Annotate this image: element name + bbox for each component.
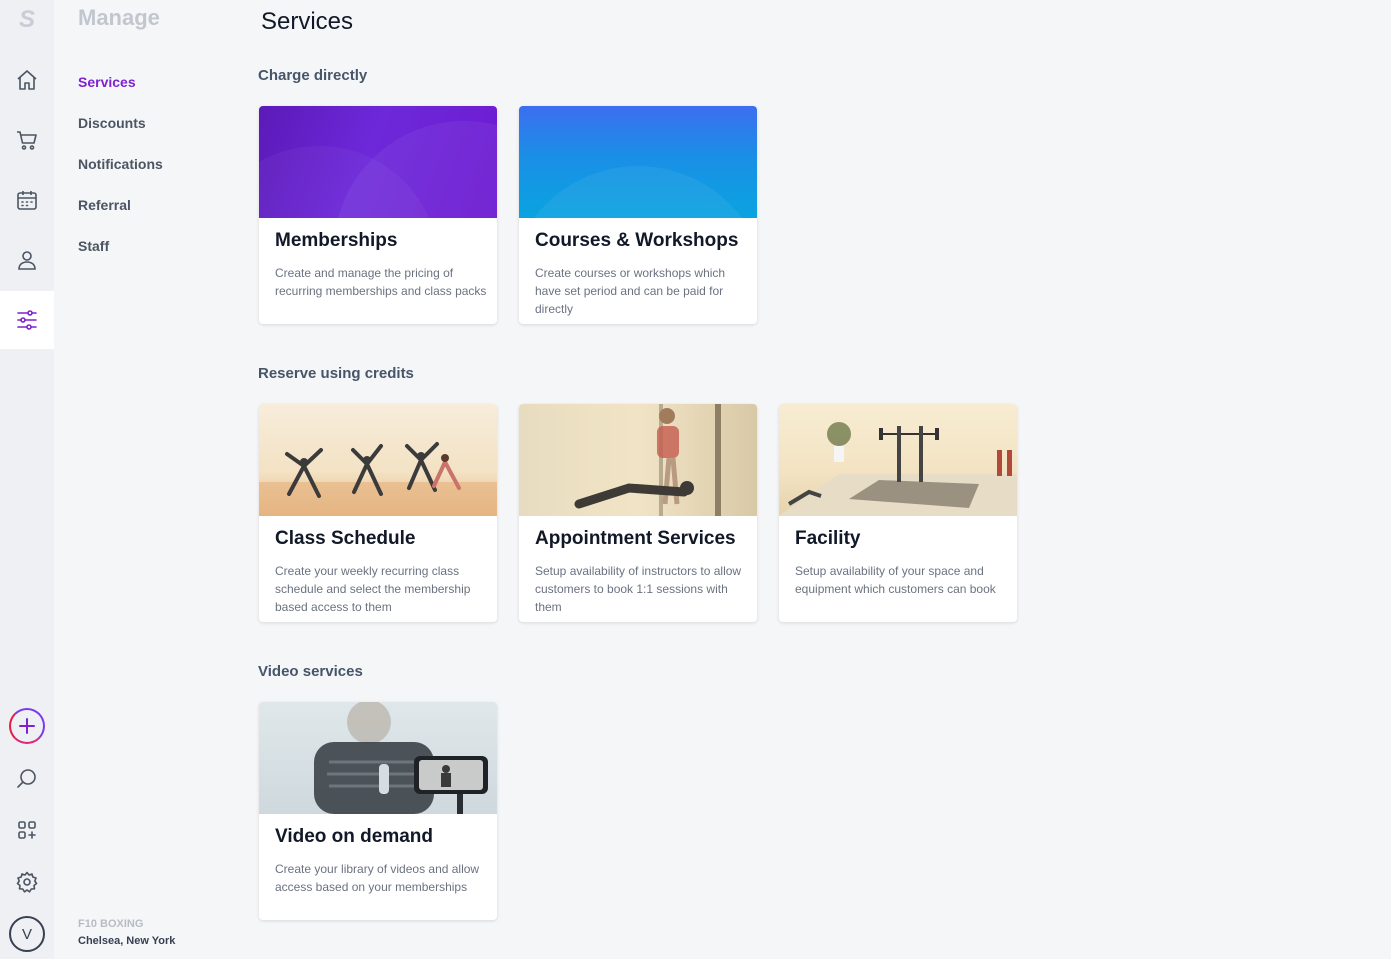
subnav-item-discounts[interactable]: Discounts [78, 115, 146, 131]
avatar-initial: V [9, 916, 45, 952]
courses-banner [519, 106, 757, 218]
card-class-schedule[interactable]: Class Schedule Create your weekly recurr… [259, 404, 497, 622]
home-icon[interactable] [0, 51, 54, 109]
card-description: Create and manage the pricing of recurri… [275, 266, 487, 298]
video-photo [259, 702, 497, 814]
card-title: Memberships [275, 230, 398, 251]
card-description: Create your weekly recurring class sched… [275, 564, 471, 614]
card-video-on-demand[interactable]: Video on demand Create your library of v… [259, 702, 497, 920]
business-location: Chelsea, New York [78, 935, 176, 947]
add-icon[interactable] [0, 697, 54, 755]
card-appointment-services[interactable]: Appointment Services Setup availability … [519, 404, 757, 622]
cart-icon[interactable] [0, 111, 54, 169]
card-description: Setup availability of your space and equ… [795, 564, 996, 596]
card-title: Class Schedule [275, 528, 416, 549]
card-description: Setup availability of instructors to all… [535, 564, 742, 614]
subnav-item-notifications[interactable]: Notifications [78, 156, 163, 172]
manage-subnav: Manage Services Discounts Notifications … [54, 0, 254, 959]
search-icon[interactable] [0, 749, 54, 807]
card-title: Courses & Workshops [535, 230, 739, 251]
appointment-photo [519, 404, 757, 516]
memberships-banner [259, 106, 497, 218]
card-title: Appointment Services [535, 528, 736, 549]
subnav-item-staff[interactable]: Staff [78, 238, 109, 254]
class-schedule-photo [259, 404, 497, 516]
card-description: Create courses or workshops which have s… [535, 266, 726, 316]
business-name: F10 BOXING [78, 918, 144, 930]
subnav-title: Manage [78, 5, 160, 30]
page-title: Services [261, 8, 354, 35]
app-logo[interactable]: S [0, 6, 54, 34]
card-title: Facility [795, 528, 861, 549]
card-title: Video on demand [275, 826, 434, 847]
icon-rail: S V [0, 0, 54, 959]
card-facility[interactable]: Facility Setup availability of your spac… [779, 404, 1017, 622]
apps-icon[interactable] [0, 801, 54, 859]
card-courses-workshops[interactable]: Courses & Workshops Create courses or wo… [519, 106, 757, 324]
facility-photo [779, 404, 1017, 516]
card-description: Create your library of videos and allow … [275, 862, 480, 894]
subnav-item-referral[interactable]: Referral [78, 197, 131, 213]
account-avatar[interactable]: V [0, 905, 54, 959]
user-icon[interactable] [0, 231, 54, 289]
section-title-reserve-credits: Reserve using credits [258, 365, 414, 382]
sliders-icon[interactable] [0, 291, 54, 349]
section-title-charge-directly: Charge directly [258, 67, 368, 84]
calendar-icon[interactable] [0, 171, 54, 229]
card-memberships[interactable]: Memberships Create and manage the pricin… [259, 106, 497, 324]
subnav-item-services[interactable]: Services [78, 74, 136, 90]
section-title-video-services: Video services [258, 663, 363, 680]
gear-icon[interactable] [0, 853, 54, 911]
